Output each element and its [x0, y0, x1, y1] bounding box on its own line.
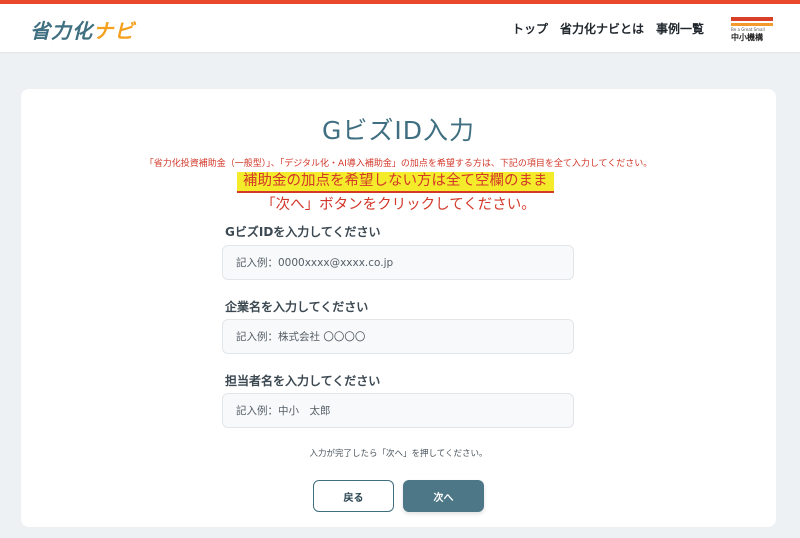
contact-name-input[interactable]: [222, 393, 574, 428]
logo-main-text: 省力化: [30, 18, 93, 43]
logo-orange-bar: [731, 23, 773, 26]
nav-about[interactable]: 省力化ナビとは: [560, 20, 644, 37]
form-card: GビズID入力 「省力化投資補助金（一般型）」、「デジタル化・AI導入補助金」の…: [21, 89, 776, 527]
completion-help: 入力が完了したら「次へ」を押してください。: [309, 449, 488, 459]
gbizid-label: GビズIDを入力してください: [225, 225, 381, 239]
next-button[interactable]: 次へ: [403, 480, 484, 512]
company-name-input[interactable]: [222, 319, 574, 354]
nav-cases[interactable]: 事例一覧: [656, 20, 704, 37]
back-button[interactable]: 戻る: [313, 480, 394, 512]
logo-red-bar: [731, 17, 773, 21]
gbizid-input[interactable]: [222, 245, 574, 280]
page-title: GビズID入力: [322, 116, 475, 145]
site-header: 省力化 ナビ トップ 省力化ナビとは 事例一覧 Be a Great Small …: [0, 4, 800, 52]
highlight-warning: 補助金の加点を希望しない方は全て空欄のまま: [237, 172, 554, 193]
company-name-label: 企業名を入力してください: [225, 300, 369, 314]
site-logo[interactable]: 省力化 ナビ: [30, 17, 135, 43]
nav-top[interactable]: トップ: [512, 20, 548, 37]
smrj-logo[interactable]: Be a Great Small 中小機構: [729, 15, 773, 45]
org-name: 中小機構: [731, 33, 763, 42]
bonus-note: 「省力化投資補助金（一般型）」、「デジタル化・AI導入補助金」の加点を希望する方…: [144, 159, 653, 169]
contact-name-label: 担当者名を入力してください: [225, 374, 381, 388]
next-instruction: 「次へ」ボタンをクリックしてください。: [261, 197, 536, 213]
logo-accent-text: ナビ: [93, 18, 135, 43]
main-nav: トップ 省力化ナビとは 事例一覧: [512, 20, 704, 37]
